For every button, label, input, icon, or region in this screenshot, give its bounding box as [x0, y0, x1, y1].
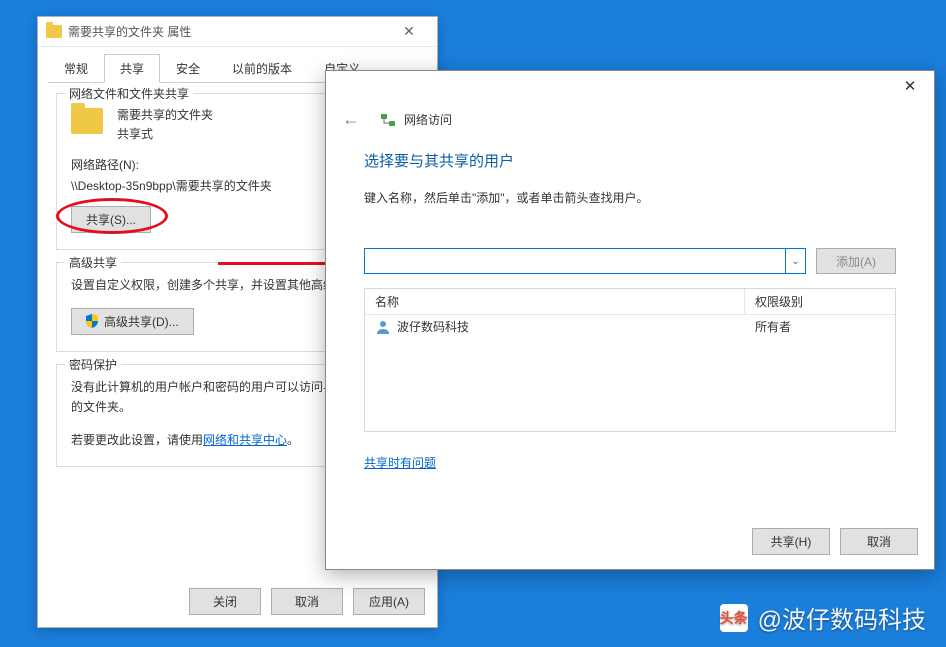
user-icon	[375, 319, 391, 335]
column-name[interactable]: 名称	[365, 289, 745, 314]
user-permission: 所有者	[745, 315, 895, 338]
dropdown-button[interactable]: ⌄	[785, 249, 805, 273]
share-button[interactable]: 共享(S)...	[71, 206, 151, 233]
shield-icon	[86, 314, 98, 328]
back-arrow-icon: ←	[342, 109, 360, 130]
advanced-share-button[interactable]: 高级共享(D)...	[71, 308, 194, 335]
folder-icon	[46, 25, 62, 38]
user-table: 名称 权限级别 波仔数码科技 所有者	[364, 288, 896, 432]
instruction-text: 选择要与其共享的用户	[364, 150, 896, 171]
add-button[interactable]: 添加(A)	[816, 248, 896, 274]
watermark: 头条 @波仔数码科技	[720, 600, 926, 635]
network-titlebar: ✕	[326, 71, 934, 101]
network-share-icon	[380, 112, 396, 128]
folder-icon	[71, 108, 103, 134]
user-name: 波仔数码科技	[397, 318, 469, 335]
cancel-button[interactable]: 取消	[840, 528, 918, 555]
instruction-subtext: 键入名称，然后单击"添加"，或者单击箭头查找用户。	[364, 189, 896, 206]
table-row[interactable]: 波仔数码科技 所有者	[365, 315, 895, 338]
watermark-text: @波仔数码科技	[758, 600, 926, 635]
share-status: 共享式	[117, 125, 213, 144]
advanced-share-label: 高级共享(D)...	[104, 313, 179, 330]
apply-btn[interactable]: 应用(A)	[353, 588, 425, 615]
dialog-footer: 关闭 取消 应用(A)	[189, 588, 425, 615]
properties-titlebar: 需要共享的文件夹 属性 ✕	[38, 17, 437, 47]
tab-previous-versions[interactable]: 以前的版本	[216, 54, 308, 83]
share-button[interactable]: 共享(H)	[752, 528, 830, 555]
group-title: 密码保护	[65, 356, 121, 373]
properties-title: 需要共享的文件夹 属性	[68, 23, 389, 40]
network-body: 选择要与其共享的用户 键入名称，然后单击"添加"，或者单击箭头查找用户。 ⌄ 添…	[326, 144, 934, 472]
network-breadcrumb: 网络访问	[404, 111, 452, 128]
close-btn[interactable]: 关闭	[189, 588, 261, 615]
user-name-input[interactable]: ⌄	[364, 248, 806, 274]
password-text2-prefix: 若要更改此设置，请使用	[71, 433, 203, 447]
group-title: 网络文件和文件夹共享	[65, 85, 193, 102]
tab-sharing[interactable]: 共享	[104, 54, 160, 83]
watermark-icon: 头条	[720, 604, 748, 632]
network-center-link[interactable]: 网络和共享中心	[203, 433, 287, 447]
folder-name: 需要共享的文件夹	[117, 106, 213, 125]
password-text2-suffix: 。	[287, 433, 299, 447]
table-header: 名称 权限级别	[365, 289, 895, 315]
group-title: 高级共享	[65, 254, 121, 271]
cancel-btn[interactable]: 取消	[271, 588, 343, 615]
network-header: ← 网络访问	[326, 101, 934, 144]
tab-security[interactable]: 安全	[160, 54, 216, 83]
close-button[interactable]: ✕	[890, 72, 930, 100]
column-permission[interactable]: 权限级别	[745, 289, 895, 314]
network-access-dialog: ✕ ← 网络访问 选择要与其共享的用户 键入名称，然后单击"添加"，或者单击箭头…	[325, 70, 935, 570]
close-button[interactable]: ✕	[389, 18, 429, 46]
tab-general[interactable]: 常规	[48, 54, 104, 83]
trouble-sharing-link[interactable]: 共享时有问题	[364, 454, 436, 471]
network-footer: 共享(H) 取消	[752, 528, 918, 555]
